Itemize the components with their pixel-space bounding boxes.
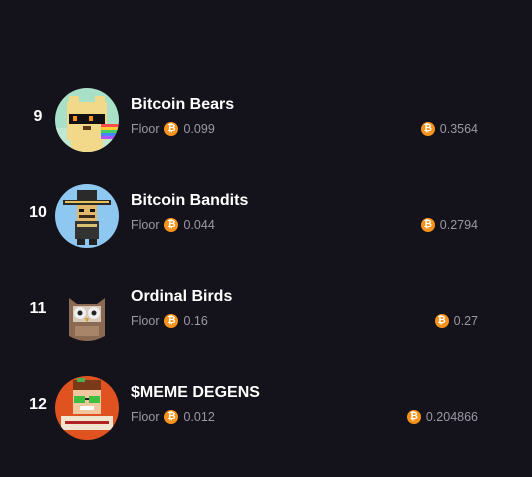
- collection-name[interactable]: Bitcoin Bandits: [131, 192, 248, 210]
- owl-avatar-icon[interactable]: [55, 280, 119, 344]
- floor-value: 0.16: [183, 314, 208, 328]
- bitcoin-icon: ₿: [164, 218, 179, 232]
- floor-price: Floor ₿ 0.16: [131, 314, 208, 328]
- collection-name[interactable]: Ordinal Birds: [131, 288, 232, 306]
- bitcoin-icon: ₿: [164, 122, 179, 136]
- volume-value: 0.27: [453, 314, 478, 328]
- floor-value: 0.044: [183, 218, 215, 232]
- volume-value: 0.2794: [439, 218, 478, 232]
- volume-value: 0.204866: [425, 410, 478, 424]
- collection-name[interactable]: Bitcoin Bears: [131, 96, 234, 114]
- floor-label: Floor: [131, 410, 160, 424]
- volume: ₿ 0.2794: [420, 218, 478, 232]
- bitcoin-icon: ₿: [406, 410, 421, 424]
- bitcoin-icon: ₿: [164, 314, 179, 328]
- collection-row-11[interactable]: 11 Ordinal Birds Floor ₿ 0.16 ₿ 0.27: [0, 278, 532, 344]
- bitcoin-icon: ₿: [164, 410, 179, 424]
- volume: ₿ 0.3564: [420, 122, 478, 136]
- floor-value: 0.099: [183, 122, 215, 136]
- collection-row-10[interactable]: 10 Bitcoin Bandits Floor ₿ 0.044 ₿ 0.279…: [0, 182, 532, 248]
- floor-label: Floor: [131, 122, 160, 136]
- volume-value: 0.3564: [439, 122, 478, 136]
- bitcoin-icon: ₿: [420, 122, 435, 136]
- bitcoin-icon: ₿: [434, 314, 449, 328]
- floor-price: Floor ₿ 0.012: [131, 410, 215, 424]
- collection-row-12[interactable]: 12 $MEME DEGENS Floor ₿ 0.012 ₿ 0.204866: [0, 374, 532, 440]
- floor-label: Floor: [131, 314, 160, 328]
- degen-avatar-icon[interactable]: [55, 376, 119, 440]
- bandit-avatar-icon[interactable]: [55, 184, 119, 248]
- bear-avatar-icon[interactable]: [55, 88, 119, 152]
- floor-value: 0.012: [183, 410, 215, 424]
- collection-name[interactable]: $MEME DEGENS: [131, 384, 260, 402]
- volume: ₿ 0.204866: [406, 410, 478, 424]
- bitcoin-icon: ₿: [420, 218, 435, 232]
- collection-row-9[interactable]: 9 Bitcoin Bears Floor ₿ 0.099 ₿ 0.3564: [0, 86, 532, 152]
- floor-label: Floor: [131, 218, 160, 232]
- volume: ₿ 0.27: [434, 314, 478, 328]
- floor-price: Floor ₿ 0.099: [131, 122, 215, 136]
- floor-price: Floor ₿ 0.044: [131, 218, 215, 232]
